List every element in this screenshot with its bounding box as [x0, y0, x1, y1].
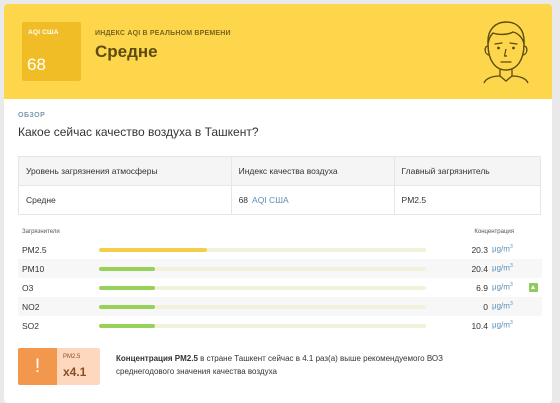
pollutant-row: NO2 0 μg/m3 [18, 297, 542, 316]
pollutant-unit: μg/m3 [492, 282, 513, 292]
pollutant-level-fill [99, 248, 207, 252]
pollutant-concentration: 10.4 [471, 321, 488, 331]
pollutant-unit-text: μg/m [492, 320, 510, 330]
pollutant-level-fill [99, 305, 155, 309]
warning-icon: ! [18, 348, 57, 385]
pollutant-unit-text: μg/m [492, 282, 510, 292]
summary-header-aqi: Индекс качества воздуха [230, 156, 395, 186]
pollutant-name: PM2.5 [22, 245, 47, 255]
pollutant-row: O3 6.9 μg/m3 [18, 278, 542, 297]
pollutant-concentration: 6.9 [476, 283, 488, 293]
pollutant-row: SO2 10.4 μg/m3 [18, 316, 542, 335]
pollutant-level-fill [99, 324, 155, 328]
pollutant-unit-exponent: 3 [509, 244, 513, 250]
summary-main-pollutant: PM2.5 [393, 185, 542, 215]
trend-up-icon[interactable] [529, 283, 538, 292]
pollutant-unit: μg/m3 [492, 320, 513, 330]
pollutants-header: Загрязнители [22, 229, 60, 235]
summary-table-row: Средне 68 AQI США PM2.5 [18, 185, 542, 215]
pollutant-name: O3 [22, 283, 34, 293]
pollutant-unit-exponent: 3 [509, 320, 513, 326]
summary-level: Средне [18, 185, 232, 215]
pollutant-name: NO2 [22, 302, 40, 312]
concentration-header: Концентрация [474, 229, 514, 235]
summary-table: Уровень загрязнения атмосферы Индекс кач… [18, 156, 542, 215]
pollutant-level-bar [99, 248, 426, 252]
who-text-bold: Концентрация PM2.5 [116, 354, 198, 363]
aqi-badge-label: AQI США [28, 29, 59, 36]
pollutant-level-bar [99, 286, 426, 290]
who-comparison-badge: ! PM2.5 x4.1 [18, 348, 100, 385]
summary-table-header-row: Уровень загрязнения атмосферы Индекс кач… [18, 156, 542, 186]
pollutant-concentration: 0 [483, 302, 488, 312]
pollutant-level-fill [99, 267, 155, 271]
summary-header-pollutant: Главный загрязнитель [393, 156, 542, 186]
who-multiplier: x4.1 [63, 365, 87, 379]
summary-aqi-value: 68 [238, 195, 249, 205]
overview-section-label: ОБЗОР [18, 112, 46, 119]
aqi-subtitle: ИНДЕКС AQI В РЕАЛЬНОМ ВРЕМЕНИ [95, 30, 231, 37]
summary-header-level: Уровень загрязнения атмосферы [18, 156, 232, 186]
air-quality-card: AQI США 68 ИНДЕКС AQI В РЕАЛЬНОМ ВРЕМЕНИ… [4, 4, 552, 403]
face-icon [483, 21, 529, 84]
pollutant-concentration: 20.3 [471, 245, 488, 255]
who-comparison-text: Концентрация PM2.5 в стране Ташкент сейч… [116, 352, 476, 378]
summary-aqi-unit: AQI США [252, 195, 289, 205]
pollutant-unit: μg/m3 [492, 244, 513, 254]
pollutant-level-bar [99, 267, 426, 271]
pollutant-concentration: 20.4 [471, 264, 488, 274]
aqi-hero-banner: AQI США 68 ИНДЕКС AQI В РЕАЛЬНОМ ВРЕМЕНИ… [4, 4, 552, 99]
aqi-badge-value: 68 [27, 55, 46, 74]
pollutant-unit: μg/m3 [492, 301, 513, 311]
pollutant-name: SO2 [22, 321, 40, 331]
pollutant-row: PM2.5 20.3 μg/m3 [18, 240, 542, 259]
pollutant-unit-text: μg/m [492, 301, 510, 311]
pollutant-level-fill [99, 286, 155, 290]
pollutant-unit-exponent: 3 [509, 263, 513, 269]
pollutant-level-bar [99, 305, 426, 309]
pollutant-unit-exponent: 3 [509, 301, 513, 307]
summary-aqi-cell: 68 AQI США [230, 185, 395, 215]
who-badge-label: PM2.5 [63, 354, 81, 360]
pollutant-row: PM10 20.4 μg/m3 [18, 259, 542, 278]
pollutant-unit-text: μg/m [492, 263, 510, 273]
aqi-level-title: Средне [95, 42, 158, 61]
overview-question: Какое сейчас качество воздуха в Ташкент? [18, 125, 259, 139]
pollutant-name: PM10 [22, 264, 45, 274]
pollutant-unit: μg/m3 [492, 263, 513, 273]
pollutant-level-bar [99, 324, 426, 328]
pollutant-unit-text: μg/m [492, 244, 510, 254]
pollutant-unit-exponent: 3 [509, 282, 513, 288]
aqi-badge: AQI США 68 [22, 22, 81, 81]
